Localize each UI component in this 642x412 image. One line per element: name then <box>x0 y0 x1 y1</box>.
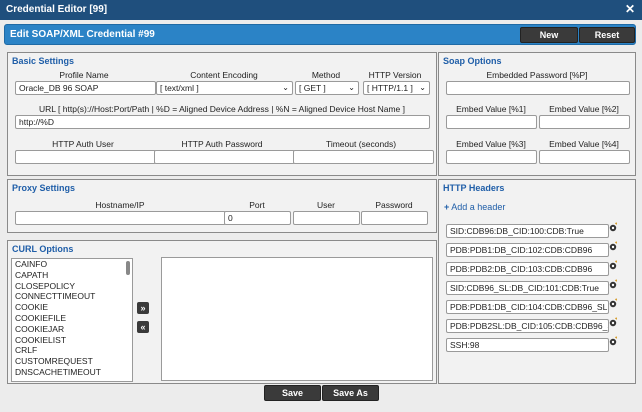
soap-options-panel: Soap Options Embedded Password [%P] Embe… <box>438 52 636 176</box>
save-as-button[interactable]: Save As <box>322 385 379 401</box>
http-headers-title: HTTP Headers <box>443 183 505 193</box>
timeout-label: Timeout (seconds) <box>325 139 397 149</box>
curl-options-title: CURL Options <box>12 244 74 254</box>
proxy-user-input[interactable] <box>293 211 360 225</box>
http-auth-password-input[interactable] <box>154 150 295 164</box>
window-title: Credential Editor [99] <box>6 4 108 15</box>
save-button[interactable]: Save <box>264 385 321 401</box>
list-item[interactable]: COOKIELIST <box>12 335 132 346</box>
embed-value-3-label: Embed Value [%3] <box>456 139 526 149</box>
scrollbar-thumb[interactable] <box>126 261 130 275</box>
list-item[interactable]: CONNECTTIMEOUT <box>12 291 132 302</box>
timeout-input[interactable] <box>293 150 434 164</box>
gear-icon[interactable] <box>608 317 618 327</box>
list-item[interactable]: CAINFO <box>12 259 132 270</box>
plus-icon: + <box>444 202 450 212</box>
http-version-label: HTTP Version <box>368 70 422 80</box>
embed-value-1-label: Embed Value [%1] <box>456 104 526 114</box>
embed-value-3-input[interactable] <box>446 150 537 164</box>
hostname-input[interactable] <box>15 211 226 225</box>
header-entry[interactable]: SID:CDB96_SL:DB_CID:101:CDB:True <box>446 281 609 295</box>
hostname-label: Hostname/IP <box>95 200 145 210</box>
header-entry[interactable]: PDB:PDB1:DB_CID:104:CDB:CDB96_SL <box>446 300 609 314</box>
port-label: Port <box>249 200 265 210</box>
embedded-password-input[interactable] <box>446 81 630 95</box>
window-title-bar: Credential Editor [99] ✕ <box>0 0 642 20</box>
close-icon[interactable]: ✕ <box>625 2 635 16</box>
method-label: Method <box>311 70 341 80</box>
embed-value-2-label: Embed Value [%2] <box>549 104 619 114</box>
embed-value-1-input[interactable] <box>446 115 537 129</box>
profile-name-input[interactable]: Oracle_DB 96 SOAP <box>15 81 156 95</box>
list-item[interactable]: DNSCACHETIMEOUT <box>12 367 132 378</box>
content-encoding-value: [ text/xml ] <box>160 83 199 93</box>
list-item[interactable]: COOKIEFILE <box>12 313 132 324</box>
list-item[interactable]: CAPATH <box>12 270 132 281</box>
basic-settings-panel: Basic Settings Profile Name Oracle_DB 96… <box>7 52 437 176</box>
embedded-password-label: Embedded Password [%P] <box>486 70 588 80</box>
embed-value-2-input[interactable] <box>539 115 630 129</box>
port-input[interactable]: 0 <box>224 211 291 225</box>
gear-icon[interactable] <box>608 222 618 232</box>
http-version-value: [ HTTP/1.1 ] <box>367 83 413 93</box>
reset-button[interactable]: Reset <box>579 27 635 43</box>
proxy-password-label: Password <box>375 200 413 210</box>
list-item[interactable]: COOKIE <box>12 302 132 313</box>
proxy-password-input[interactable] <box>361 211 428 225</box>
list-item[interactable]: CLOSEPOLICY <box>12 281 132 292</box>
header-entry[interactable]: PDB:PDB2:DB_CID:103:CDB:CDB96 <box>446 262 609 276</box>
gear-icon[interactable] <box>608 279 618 289</box>
profile-name-label: Profile Name <box>59 70 109 80</box>
chevron-down-icon: ⌄ <box>348 83 355 92</box>
add-header-label: Add a header <box>451 202 506 212</box>
proxy-user-label: User <box>317 200 335 210</box>
embed-value-4-input[interactable] <box>539 150 630 164</box>
content-encoding-label: Content Encoding <box>190 70 258 80</box>
soap-options-title: Soap Options <box>443 56 502 66</box>
gear-icon[interactable] <box>608 260 618 270</box>
editor-title: Edit SOAP/XML Credential #99 <box>10 29 155 40</box>
http-auth-user-label: HTTP Auth User <box>52 139 114 149</box>
chevron-down-icon: ⌄ <box>419 83 426 92</box>
url-input[interactable]: http://%D <box>15 115 430 129</box>
curl-options-panel: CURL Options CAINFO CAPATH CLOSEPOLICY CONN… <box>7 240 437 384</box>
proxy-settings-panel: Proxy Settings Hostname/IP Port 0 User P… <box>7 179 437 233</box>
http-auth-password-label: HTTP Auth Password <box>181 139 263 149</box>
method-value: [ GET ] <box>299 83 326 93</box>
url-label: URL [ http(s)://Host:Port/Path | %D = Al… <box>39 104 405 114</box>
http-auth-user-input[interactable] <box>15 150 156 164</box>
embed-value-4-label: Embed Value [%4] <box>549 139 619 149</box>
add-header-link[interactable]: + Add a header <box>444 202 505 212</box>
gear-icon[interactable] <box>608 336 618 346</box>
add-option-button[interactable]: » <box>137 302 149 314</box>
list-item[interactable]: CUSTOMREQUEST <box>12 356 132 367</box>
list-item[interactable]: CRLF <box>12 345 132 356</box>
header-entry[interactable]: SID:CDB96:DB_CID:100:CDB:True <box>446 224 609 238</box>
basic-settings-title: Basic Settings <box>12 56 75 66</box>
header-entry[interactable]: PDB:PDB2SL:DB_CID:105:CDB:CDB96_SL <box>446 319 609 333</box>
gear-icon[interactable] <box>608 298 618 308</box>
http-version-select[interactable]: [ HTTP/1.1 ] ⌄ <box>363 81 430 95</box>
new-button[interactable]: New <box>520 27 578 43</box>
chevron-down-icon: ⌄ <box>282 83 289 92</box>
content-encoding-select[interactable]: [ text/xml ] ⌄ <box>156 81 293 95</box>
proxy-settings-title: Proxy Settings <box>12 183 76 193</box>
method-select[interactable]: [ GET ] ⌄ <box>295 81 359 95</box>
gear-icon[interactable] <box>608 241 618 251</box>
curl-options-list[interactable]: CAINFO CAPATH CLOSEPOLICY CONNECTTIMEOUT COO… <box>11 258 133 382</box>
curl-selected-options[interactable] <box>161 257 433 381</box>
list-item[interactable]: COOKIEJAR <box>12 324 132 335</box>
remove-option-button[interactable]: « <box>137 321 149 333</box>
header-entry[interactable]: PDB:PDB1:DB_CID:102:CDB:CDB96 <box>446 243 609 257</box>
header-entry[interactable]: SSH:98 <box>446 338 609 352</box>
